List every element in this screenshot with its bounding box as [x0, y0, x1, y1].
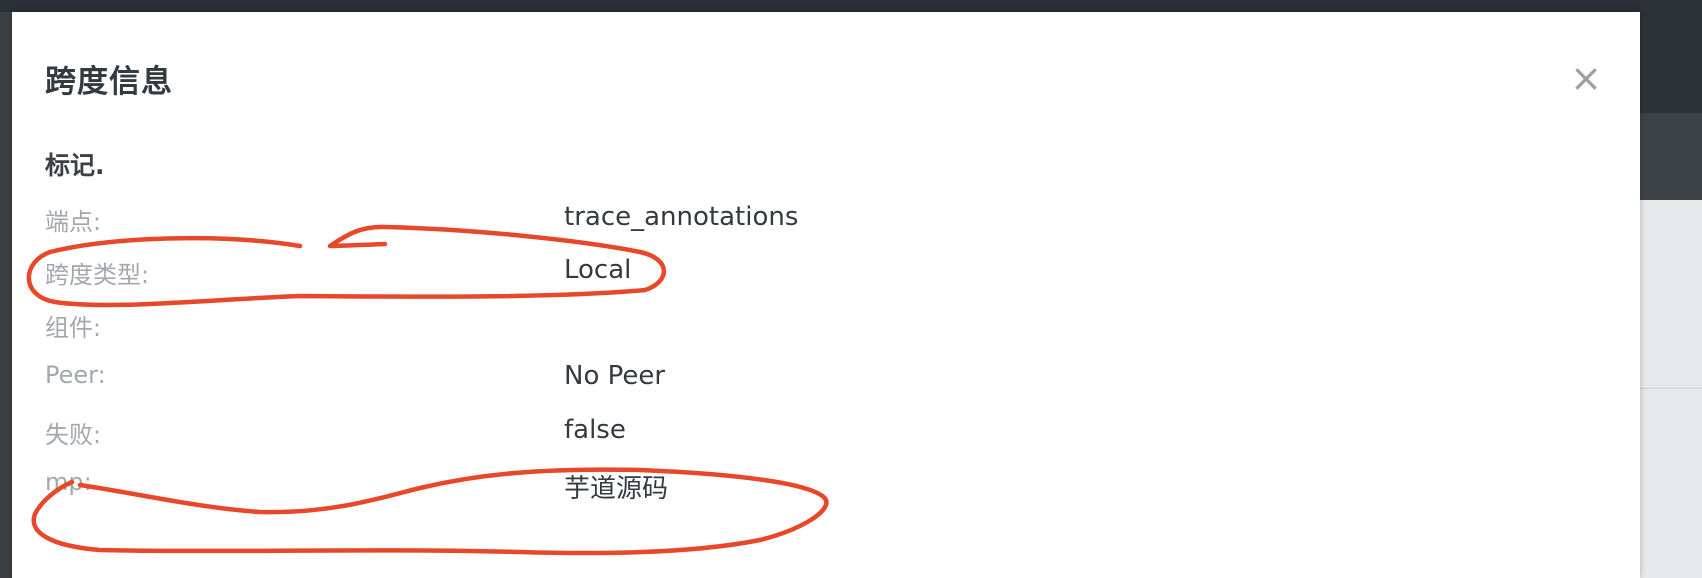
row-value: No Peer: [564, 361, 666, 391]
row-value: 芋道源码: [564, 474, 669, 504]
row-label: mp:: [45, 468, 92, 496]
row-label: 端点:: [45, 208, 102, 236]
background-content: [1640, 200, 1702, 578]
section-title-tags: 标记.: [45, 151, 105, 180]
row-label: Peer:: [45, 361, 106, 389]
info-row-mp: mp: 芋道源码: [45, 468, 945, 508]
info-row-component: 组件:: [45, 308, 945, 348]
info-row-peer: Peer: No Peer: [45, 361, 945, 401]
background-topbar: [0, 0, 1702, 12]
row-label: 跨度类型:: [45, 261, 150, 289]
row-value: Local: [564, 255, 632, 285]
row-value: trace_annotations: [564, 202, 799, 232]
row-label: 失败:: [45, 421, 102, 449]
span-info-modal: 跨度信息 × 标记. 端点: trace_annotations 跨度类型: L…: [12, 12, 1640, 578]
info-row-endpoint: 端点: trace_annotations: [45, 202, 945, 242]
background-left-strip: [0, 12, 12, 578]
background-header: [1640, 0, 1702, 113]
row-label: 组件:: [45, 314, 102, 342]
info-row-span-type: 跨度类型: Local: [45, 255, 945, 295]
row-value: false: [564, 415, 626, 445]
background-divider: [1640, 388, 1702, 389]
background-toolbar: [1640, 113, 1702, 200]
modal-title: 跨度信息: [45, 64, 173, 100]
info-row-error: 失败: false: [45, 415, 945, 455]
close-icon[interactable]: ×: [1568, 58, 1604, 98]
